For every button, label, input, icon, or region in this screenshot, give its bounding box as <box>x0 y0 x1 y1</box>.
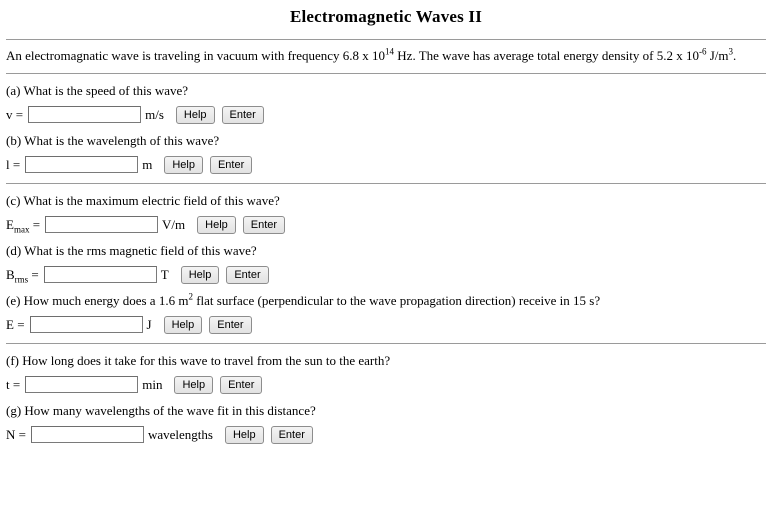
unit-label-d: T <box>160 267 169 282</box>
enter-button-g[interactable]: Enter <box>270 425 313 444</box>
help-button-a[interactable]: Help <box>175 105 215 124</box>
answer-row-b: l = m Help Enter <box>6 155 766 174</box>
variable-label-d: Brms = <box>6 267 44 284</box>
variable-label-g: N = <box>6 428 31 441</box>
unit-label-a: m/s <box>145 107 164 122</box>
equals-sign-a: = <box>15 107 24 122</box>
enter-button-e[interactable]: Enter <box>209 315 252 334</box>
equals-sign-c: = <box>32 217 41 232</box>
answer-row-f: t = min Help Enter <box>6 375 766 394</box>
exponent-frequency: 14 <box>385 46 395 57</box>
enter-button-d[interactable]: Enter <box>226 265 269 284</box>
answer-row-e: E = J Help Enter <box>6 315 766 334</box>
enter-button-a[interactable]: Enter <box>221 105 264 124</box>
variable-symbol-f: t <box>6 377 10 392</box>
question-text-e-part1: (e) How much energy does a 1.6 m <box>6 293 189 308</box>
answer-input-a[interactable] <box>28 106 142 123</box>
variable-symbol-e: E <box>6 317 14 332</box>
question-block-f: (f) How long does it take for this wave … <box>6 353 766 394</box>
variable-label-f: t = <box>6 378 25 391</box>
problem-statement: An electromagnatic wave is traveling in … <box>6 46 766 64</box>
question-text-c: (c) What is the maximum electric field o… <box>6 193 280 208</box>
problem-statement-part2: Hz. The wave has average total energy de… <box>394 48 699 63</box>
question-text-e: (e) How much energy does a 1.6 m2 flat s… <box>6 292 766 308</box>
help-button-g[interactable]: Help <box>224 425 264 444</box>
variable-symbol-g: N <box>6 427 16 442</box>
enter-button-b[interactable]: Enter <box>209 155 253 174</box>
question-text-b: (b) What is the wavelength of this wave? <box>6 133 220 148</box>
question-text-e-part2: flat surface (perpendicular to the wave … <box>192 293 601 308</box>
equals-sign-b: = <box>12 157 21 172</box>
problem-statement-part3: J/m <box>706 48 729 63</box>
header-divider <box>6 39 766 40</box>
unit-label-b: m <box>142 157 153 172</box>
question-block-d: (d) What is the rms magnetic field of th… <box>6 243 766 284</box>
equals-sign-g: = <box>18 427 26 442</box>
problem-statement-part4: . <box>733 48 737 63</box>
answer-input-e[interactable] <box>29 316 143 333</box>
help-button-f[interactable]: Help <box>174 375 214 394</box>
divider-after-b <box>6 183 766 184</box>
divider-after-e <box>6 343 766 344</box>
variable-label-b: l = <box>6 158 25 171</box>
divider-after-intro <box>6 73 766 74</box>
variable-symbol-d: B <box>6 267 15 282</box>
answer-input-c[interactable] <box>45 216 159 233</box>
question-text-g: (g) How many wavelengths of the wave fit… <box>6 403 316 418</box>
unit-label-c: V/m <box>162 217 186 232</box>
answer-input-g[interactable] <box>30 426 144 443</box>
help-button-c[interactable]: Help <box>197 215 236 234</box>
answer-row-a: v = m/s Help Enter <box>6 105 766 124</box>
question-block-a: (a) What is the speed of this wave? v = … <box>6 83 766 124</box>
answer-row-c: Emax = V/m Help Enter <box>6 215 766 234</box>
help-button-d[interactable]: Help <box>180 265 220 284</box>
question-text-d: (d) What is the rms magnetic field of th… <box>6 243 257 258</box>
variable-symbol-b: l <box>6 157 10 172</box>
page-title: Electromagnetic Waves II <box>289 7 483 26</box>
question-block-b: (b) What is the wavelength of this wave?… <box>6 133 766 174</box>
help-button-b[interactable]: Help <box>164 155 203 174</box>
variable-symbol-a: v <box>6 107 13 122</box>
variable-label-e: E = <box>6 318 30 331</box>
equals-sign-f: = <box>12 377 21 392</box>
variable-label-c: Emax = <box>6 217 45 234</box>
question-block-g: (g) How many wavelengths of the wave fit… <box>6 403 766 444</box>
equals-sign-d: = <box>31 267 39 282</box>
enter-button-f[interactable]: Enter <box>220 375 263 394</box>
unit-label-g: wavelengths <box>147 427 213 442</box>
problem-statement-part1: An electromagnatic wave is traveling in … <box>6 48 386 63</box>
question-block-c: (c) What is the maximum electric field o… <box>6 193 766 234</box>
variable-label-a: v = <box>6 108 28 121</box>
unit-label-f: min <box>142 377 163 392</box>
answer-input-b[interactable] <box>25 156 139 173</box>
question-block-e: (e) How much energy does a 1.6 m2 flat s… <box>6 292 766 334</box>
help-button-e[interactable]: Help <box>163 315 203 334</box>
answer-row-g: N = wavelengths Help Enter <box>6 425 766 444</box>
question-text-f: (f) How long does it take for this wave … <box>6 353 391 368</box>
question-text-a: (a) What is the speed of this wave? <box>6 83 189 98</box>
answer-input-f[interactable] <box>25 376 139 393</box>
unit-label-e: J <box>146 317 152 332</box>
answer-row-d: Brms = T Help Enter <box>6 265 766 284</box>
variable-subscript-c: max <box>13 224 30 235</box>
answer-input-d[interactable] <box>43 266 157 283</box>
variable-symbol-c: E <box>6 217 14 232</box>
worksheet-page: Electromagnetic Waves II An electromagna… <box>0 5 772 517</box>
variable-subscript-d: rms <box>14 274 29 285</box>
enter-button-c[interactable]: Enter <box>242 215 286 234</box>
equals-sign-e: = <box>17 317 25 332</box>
